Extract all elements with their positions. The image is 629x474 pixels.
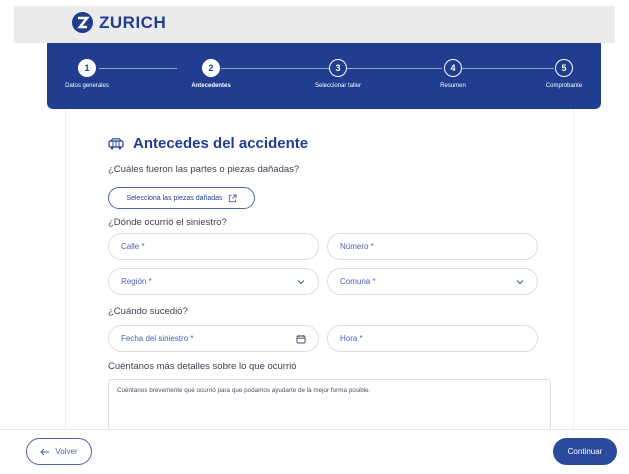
back-button[interactable]: Volver: [26, 438, 92, 465]
step-number: 3: [329, 59, 347, 77]
progress-stepper: 1 Datos generales 2 Antecedentes 3 Selec…: [47, 43, 601, 109]
time-placeholder: Hora *: [340, 334, 363, 343]
step-resumen: 4 Resumen: [419, 59, 487, 89]
question-details: Cuéntanos más detalles sobre lo que ocur…: [108, 361, 297, 372]
question-damaged-parts: ¿Cuáles fueron las partes o piezas dañad…: [108, 164, 300, 175]
car-damage-icon: [108, 137, 124, 149]
step-comprobante: 5 Comprobante: [529, 59, 599, 89]
question-when: ¿Cuándo sucedió?: [108, 306, 188, 317]
step-label: Datos generales: [65, 83, 109, 89]
step-label: Antecedentes: [191, 83, 231, 89]
brand-name: ZURICH: [99, 12, 167, 32]
chevron-down-icon: [516, 280, 524, 285]
chevron-down-icon: [297, 280, 305, 285]
details-placeholder: Cuéntanos brevemente qué ocurrió para qu…: [117, 387, 371, 394]
step-label: Seleccionar taller: [314, 83, 362, 89]
step-datos-generales: 1 Datos generales: [52, 59, 122, 89]
step-number: 4: [444, 59, 462, 77]
continue-label: Continuar: [567, 447, 603, 456]
continue-button[interactable]: Continuar: [553, 438, 617, 465]
step-antecedentes: 2 Antecedentes: [173, 59, 249, 89]
arrow-left-icon: [40, 448, 50, 455]
section-title: Antecedes del accidente: [133, 135, 309, 152]
region-select[interactable]: Región *: [108, 268, 319, 295]
question-where: ¿Dónde ocurrió el siniestro?: [108, 217, 227, 228]
button-label: Selecciona las piezas dañadas: [126, 194, 223, 202]
region-placeholder: Región *: [121, 277, 152, 286]
details-textarea[interactable]: Cuéntanos brevemente qué ocurrió para qu…: [108, 379, 551, 431]
commune-placeholder: Comuna *: [340, 277, 376, 286]
calendar-icon[interactable]: [296, 334, 306, 344]
street-placeholder: Calle *: [121, 242, 145, 251]
number-field[interactable]: Número *: [327, 233, 538, 260]
section-header: Antecedes del accidente: [108, 135, 308, 152]
step-label: Resumen: [440, 83, 466, 89]
step-number: 2: [202, 59, 220, 77]
step-number: 1: [78, 59, 96, 77]
step-number: 5: [555, 59, 573, 77]
date-placeholder: Fecha del siniestro *: [121, 334, 194, 343]
external-link-icon: [228, 193, 237, 202]
back-label: Volver: [55, 447, 78, 456]
select-damaged-parts-button[interactable]: Selecciona las piezas dañadas: [108, 187, 255, 209]
step-seleccionar-taller: 3 Seleccionar taller: [299, 59, 377, 89]
number-placeholder: Número *: [340, 242, 374, 251]
date-field[interactable]: Fecha del siniestro *: [108, 325, 319, 352]
app-header: ZURICH: [14, 6, 615, 43]
time-field[interactable]: Hora *: [327, 325, 538, 352]
footer-bar: [0, 429, 629, 474]
step-label: Comprobante: [545, 83, 583, 89]
zurich-logo[interactable]: ZURICH: [72, 12, 166, 33]
zurich-logo-icon: [72, 12, 93, 33]
street-field[interactable]: Calle *: [108, 233, 319, 260]
commune-select[interactable]: Comuna *: [327, 268, 538, 295]
